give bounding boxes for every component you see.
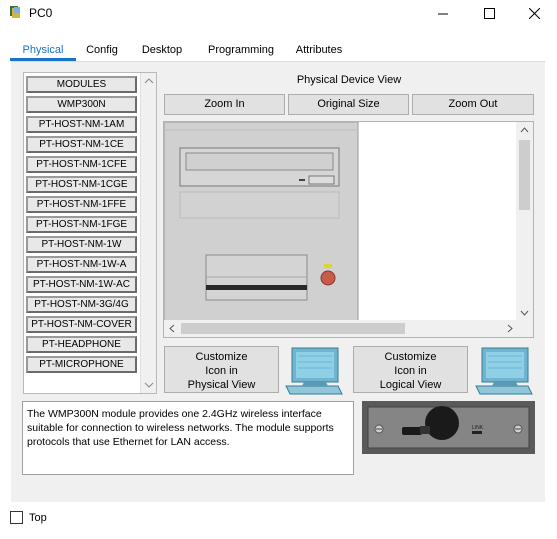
top-checkbox[interactable]: [10, 511, 23, 524]
module-item[interactable]: PT-HOST-NM-1FFE: [26, 196, 137, 213]
module-item[interactable]: PT-MICROPHONE: [26, 356, 137, 373]
minimize-button[interactable]: [420, 0, 466, 26]
pc-tower-image: [164, 122, 359, 321]
close-icon: [528, 7, 540, 19]
module-item[interactable]: PT-HOST-NM-1CGE: [26, 176, 137, 193]
module-image: LINK: [362, 401, 535, 454]
module-list: MODULES WMP300N PT-HOST-NM-1AM PT-HOST-NM-1…: [23, 72, 157, 394]
tab-desktop[interactable]: Desktop: [128, 40, 196, 62]
scroll-down-icon[interactable]: [141, 377, 157, 393]
module-item[interactable]: PT-HOST-NM-1FGE: [26, 216, 137, 233]
module-item[interactable]: PT-HOST-NM-1W-A: [26, 256, 137, 273]
module-description: The WMP300N module provides one 2.4GHz w…: [22, 401, 354, 475]
top-checkbox-label: Top: [29, 512, 47, 524]
viewport-vertical-scrollbar[interactable]: [516, 122, 533, 321]
module-item[interactable]: PT-HOST-NM-COVER: [26, 316, 137, 333]
viewport-horizontal-scrollbar[interactable]: [164, 320, 518, 337]
viewport-horizontal-thumb[interactable]: [181, 323, 405, 334]
customize-logical-line-3: Logical View: [379, 379, 442, 391]
physical-device-viewport[interactable]: [163, 121, 534, 338]
pc-icon: [285, 347, 343, 395]
module-item[interactable]: PT-HEADPHONE: [26, 336, 137, 353]
scroll-up-icon[interactable]: [141, 73, 157, 89]
customize-logical-line-2: Icon in: [394, 365, 427, 377]
customize-physical-line-1: Customize: [195, 351, 248, 363]
scroll-up-icon[interactable]: [516, 122, 533, 138]
customize-logical-icon-button[interactable]: Customize Icon in Logical View: [353, 346, 468, 393]
tab-programming[interactable]: Programming: [196, 40, 286, 62]
customize-physical-line-3: Physical View: [187, 379, 256, 391]
maximize-button[interactable]: [466, 0, 512, 26]
link-label: LINK: [472, 425, 484, 431]
module-item[interactable]: WMP300N: [26, 96, 137, 113]
window-title: PC0: [29, 6, 53, 20]
app-icon: [10, 6, 20, 18]
scroll-down-icon[interactable]: [516, 305, 533, 321]
minimize-icon: [437, 13, 448, 14]
viewport-vertical-thumb[interactable]: [519, 140, 530, 210]
zoom-in-button[interactable]: Zoom In: [164, 94, 285, 115]
original-size-button[interactable]: Original Size: [288, 94, 409, 115]
zoom-out-button[interactable]: Zoom Out: [412, 94, 534, 115]
module-item[interactable]: MODULES: [26, 76, 137, 93]
module-item[interactable]: PT-HOST-NM-1AM: [26, 116, 137, 133]
customize-logical-line-1: Customize: [384, 351, 437, 363]
module-item[interactable]: PT-HOST-NM-1W: [26, 236, 137, 253]
module-item[interactable]: PT-HOST-NM-3G/4G: [26, 296, 137, 313]
scrollbar-corner: [516, 320, 533, 337]
scroll-left-icon[interactable]: [164, 320, 180, 337]
title-bar: PC0: [0, 0, 557, 28]
module-list-scrollbar[interactable]: [140, 73, 156, 393]
module-item[interactable]: PT-HOST-NM-1CE: [26, 136, 137, 153]
customize-physical-line-2: Icon in: [205, 365, 238, 377]
module-item[interactable]: PT-HOST-NM-1W-AC: [26, 276, 137, 293]
maximize-icon: [483, 7, 495, 19]
tab-config[interactable]: Config: [76, 40, 128, 62]
customize-physical-icon-button[interactable]: Customize Icon in Physical View: [164, 346, 279, 393]
module-item[interactable]: PT-HOST-NM-1CFE: [26, 156, 137, 173]
tab-attributes[interactable]: Attributes: [286, 40, 352, 62]
physical-view-title: Physical Device View: [296, 74, 402, 86]
pc-icon: [475, 347, 533, 395]
close-button[interactable]: [511, 0, 557, 26]
